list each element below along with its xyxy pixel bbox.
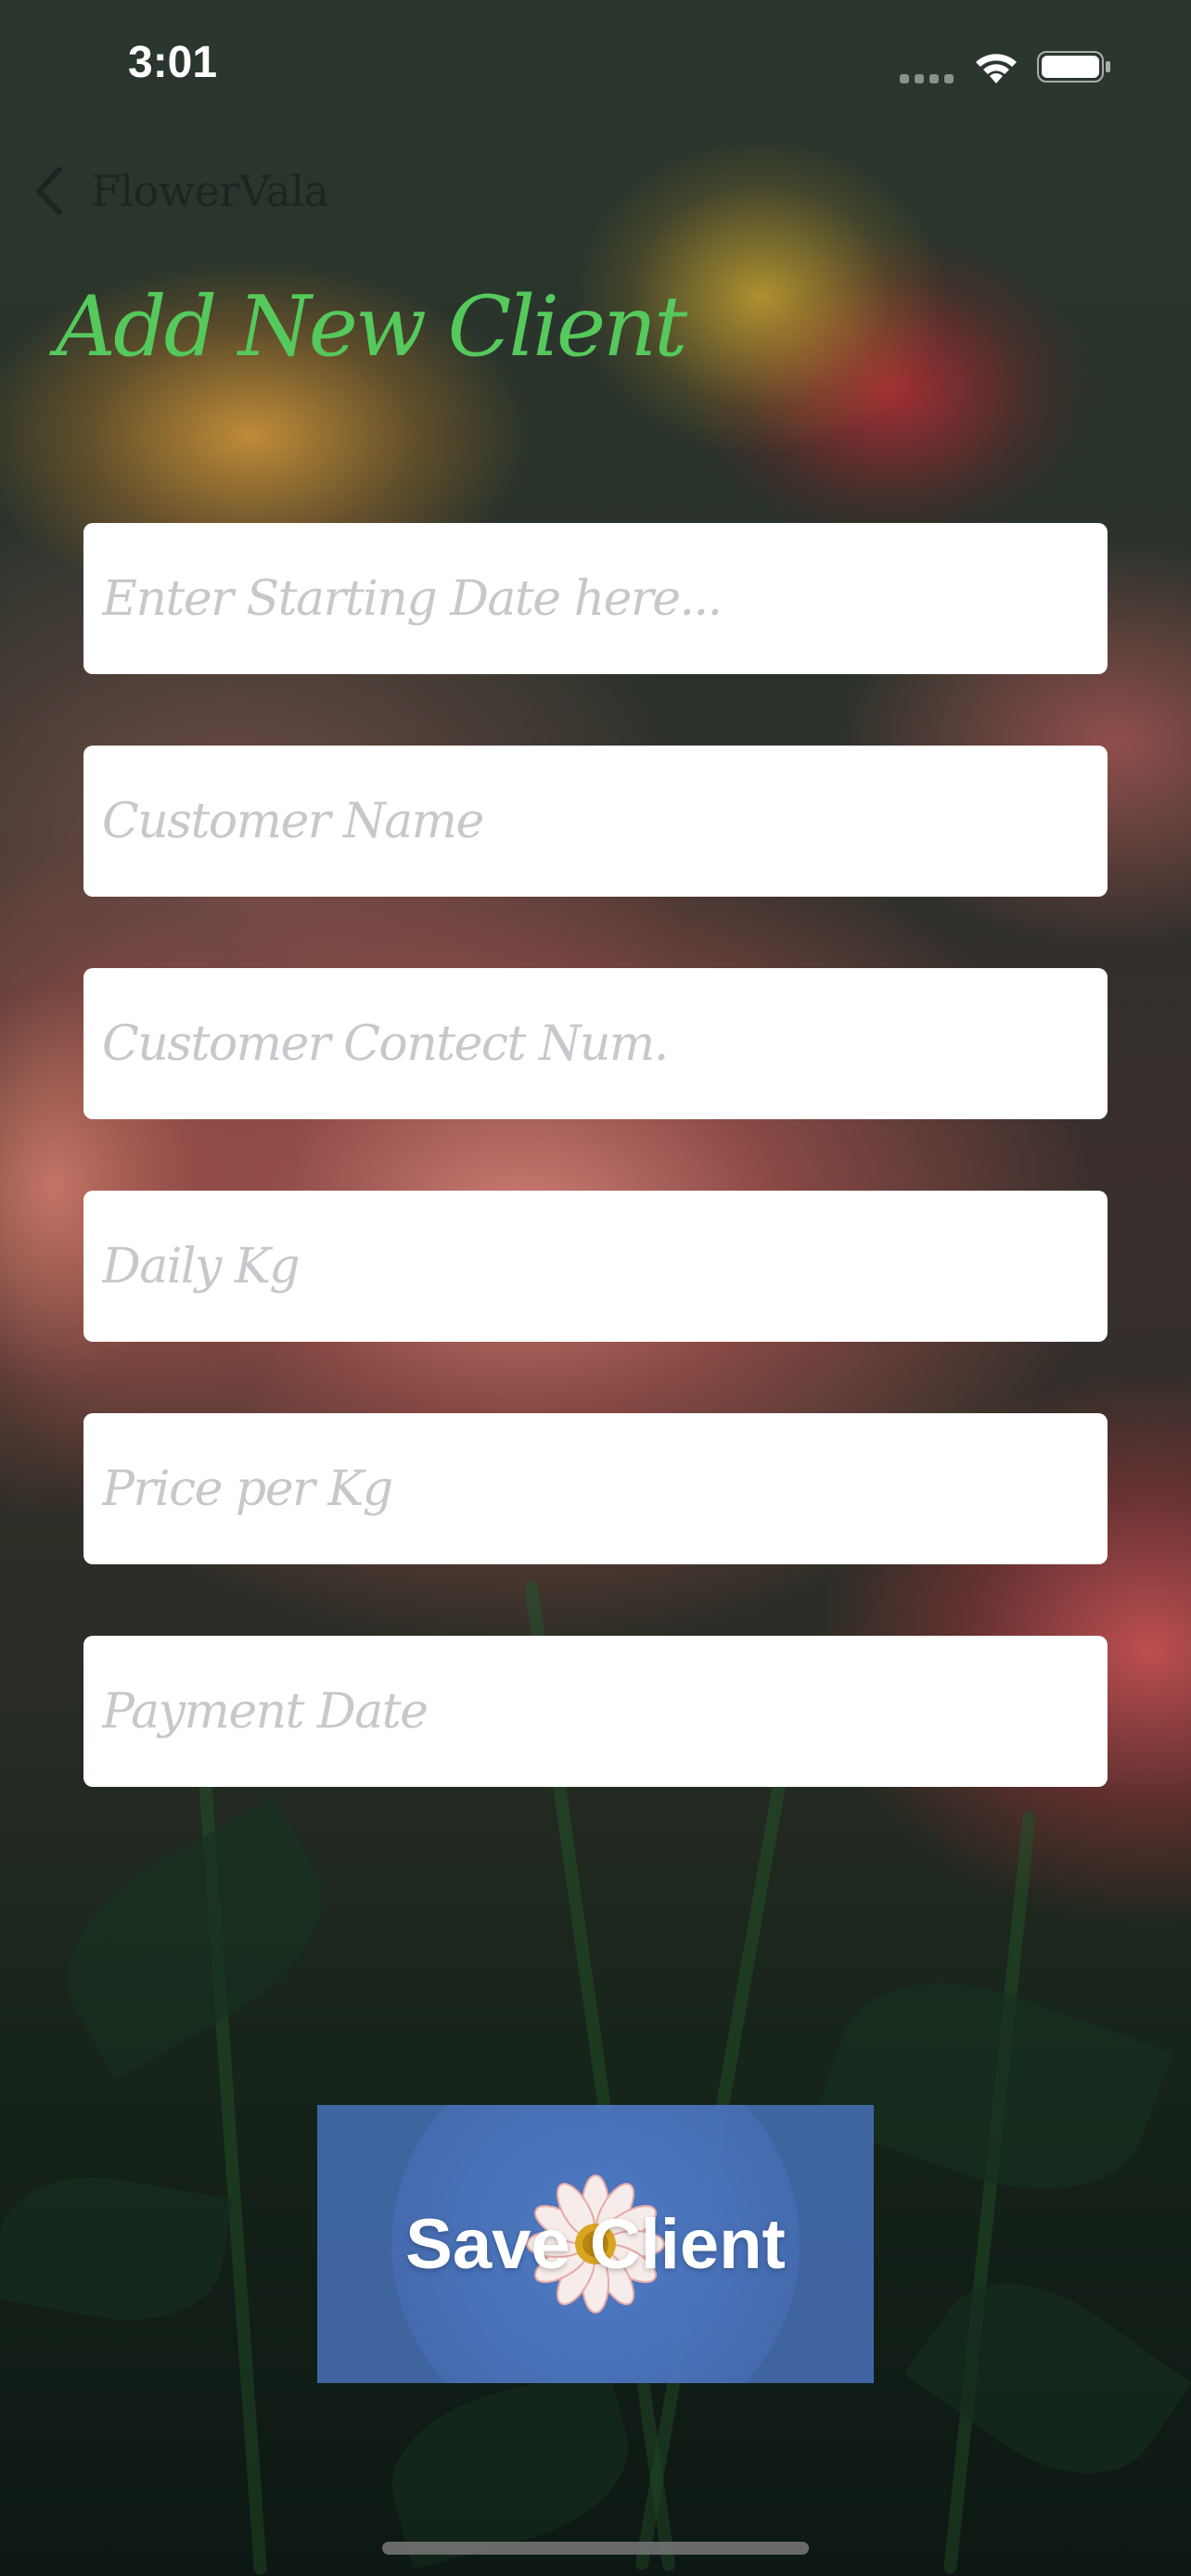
- signal-icon: [900, 74, 955, 85]
- status-time: 3:01: [128, 38, 218, 87]
- save-client-button[interactable]: Save Client: [317, 2105, 874, 2383]
- starting-date-field[interactable]: [83, 523, 1108, 674]
- save-client-label: Save Client: [405, 2204, 786, 2284]
- daily-kg-field[interactable]: [83, 1191, 1108, 1342]
- back-label: FlowerVala: [91, 166, 329, 216]
- page-title: Add New Client: [56, 278, 687, 376]
- client-form: [83, 523, 1108, 1858]
- payment-date-field[interactable]: [83, 1636, 1108, 1787]
- chevron-left-icon: [36, 167, 62, 215]
- back-button[interactable]: FlowerVala: [33, 163, 329, 219]
- battery-icon: [1037, 51, 1110, 83]
- home-indicator[interactable]: [382, 2542, 809, 2555]
- customer-contact-field[interactable]: [83, 968, 1108, 1119]
- customer-name-field[interactable]: [83, 746, 1108, 897]
- price-per-kg-field[interactable]: [83, 1413, 1108, 1564]
- screen: 3:01 FlowerVala Add New Client Enter Sta…: [0, 0, 1191, 2576]
- status-bar: 3:01: [0, 0, 1191, 130]
- wifi-icon: [976, 54, 1017, 83]
